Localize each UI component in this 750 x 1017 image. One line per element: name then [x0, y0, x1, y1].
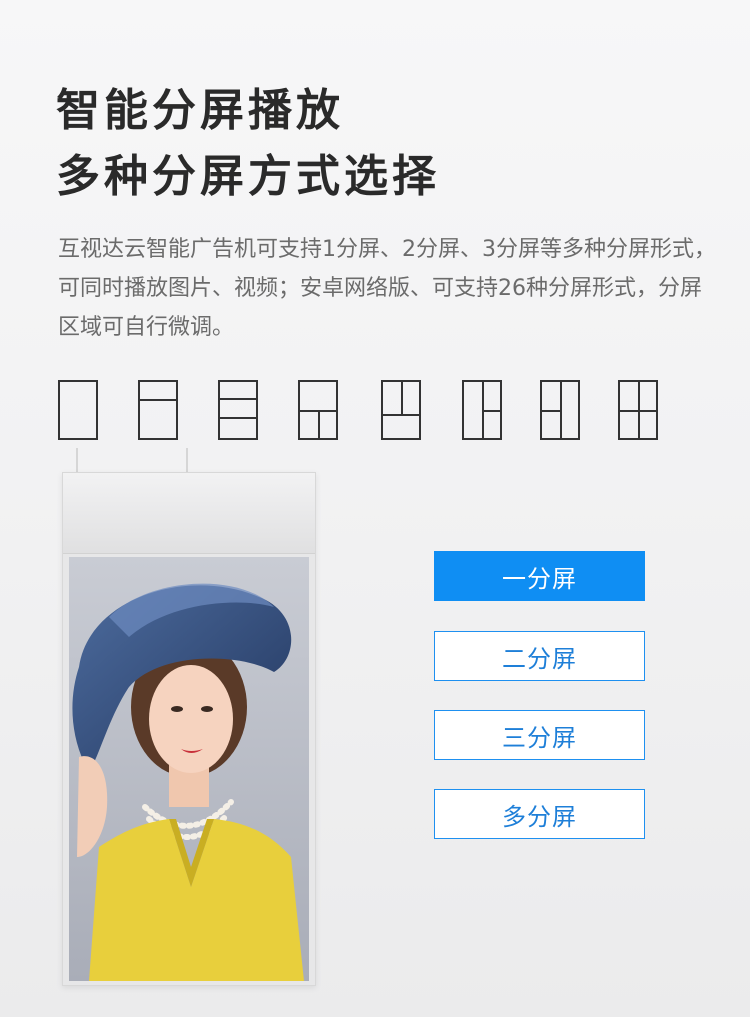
page-subtitle: 多种分屏方式选择 [56, 151, 440, 202]
three-split-layout-icon [218, 380, 258, 440]
four-split-layout-icon [618, 380, 658, 440]
display-screen-image [69, 557, 309, 981]
one-split-option-button[interactable]: 一分屏 [434, 551, 645, 601]
hanging-wire [186, 448, 188, 474]
advertising-display-device [62, 472, 316, 986]
two-split-layout-icon [138, 380, 178, 440]
one-split-layout-icon [58, 380, 98, 440]
three-split-t-layout-icon [298, 380, 338, 440]
three-split-top-layout-icon [381, 380, 421, 440]
hanging-wire [76, 448, 78, 474]
multi-split-option-button[interactable]: 多分屏 [434, 789, 645, 839]
feature-description: 互视达云智能广告机可支持1分屏、2分屏、3分屏等多种分屏形式，可同时播放图片、视… [58, 237, 716, 340]
device-header-panel [63, 473, 315, 554]
page-title: 智能分屏播放 [56, 85, 344, 136]
three-split-option-button[interactable]: 三分屏 [434, 710, 645, 760]
three-split-side-layout-icon [462, 380, 502, 440]
two-split-option-button[interactable]: 二分屏 [434, 631, 645, 681]
three-split-side-alt-layout-icon [540, 380, 580, 440]
